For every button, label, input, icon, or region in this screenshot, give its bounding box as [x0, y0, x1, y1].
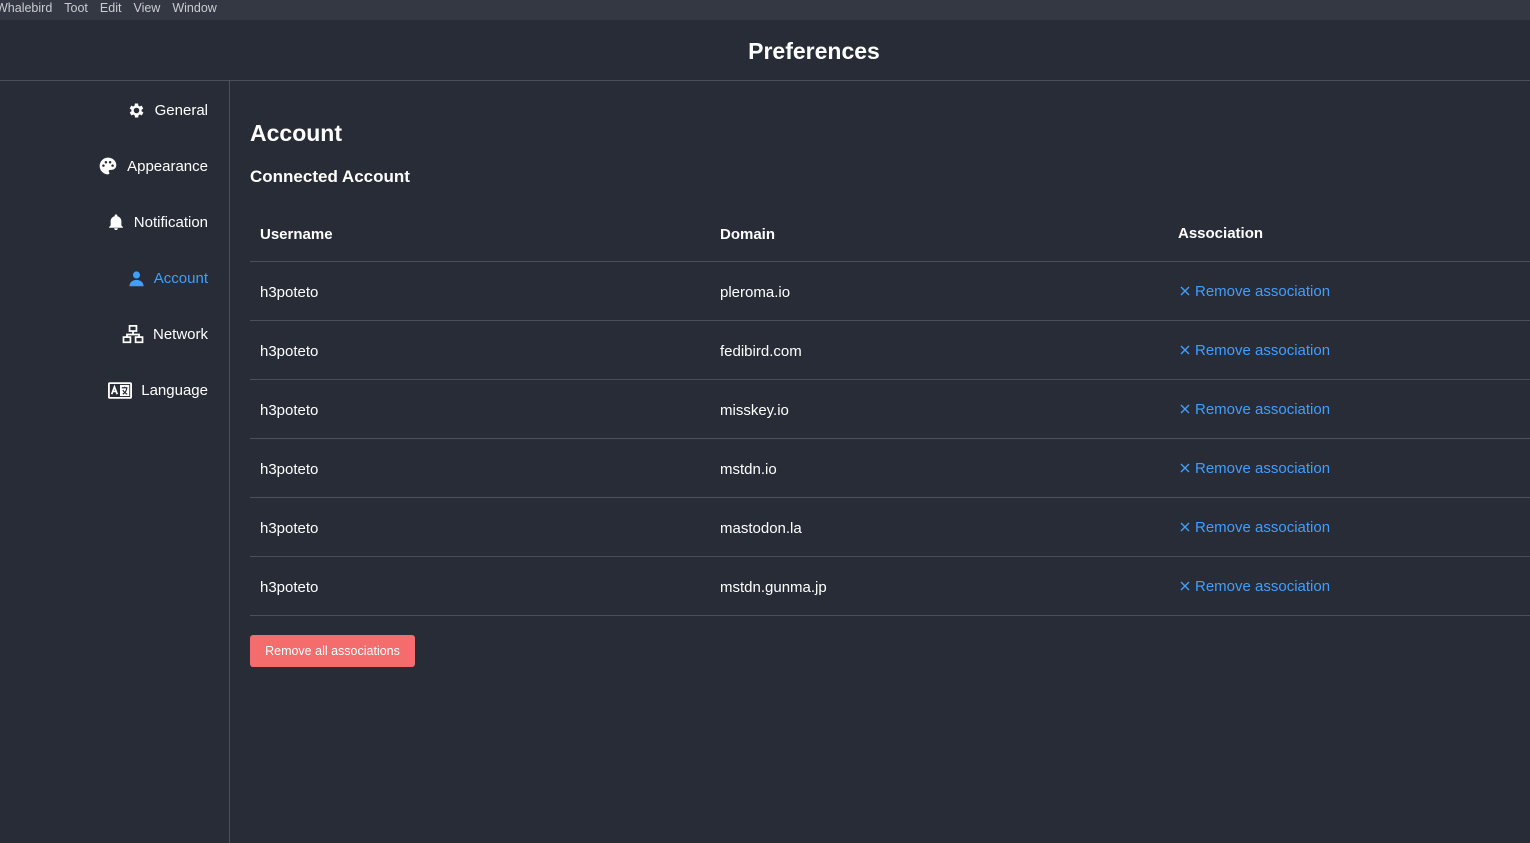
menu-toot[interactable]: Toot — [58, 0, 94, 16]
username-cell: h3poteto — [260, 342, 319, 360]
remove-association-label: Remove association — [1195, 282, 1331, 300]
association-cell: Remove association — [1178, 439, 1330, 497]
username-cell: h3poteto — [260, 578, 319, 596]
subsection-title: Connected Account — [250, 167, 410, 186]
username-cell: h3poteto — [260, 283, 319, 301]
domain-cell: pleroma.io — [720, 283, 791, 301]
remove-association-button[interactable]: Remove association — [1180, 401, 1330, 418]
menu-whalebird[interactable]: Whalebird — [0, 0, 58, 16]
sidebar-item-label: Notification — [133, 213, 208, 231]
remove-association-button[interactable]: Remove association — [1180, 460, 1330, 477]
table-row: h3poteto fedibird.com Remove association — [250, 321, 1530, 380]
table-row: h3poteto mstdn.io Remove association — [250, 439, 1530, 498]
table-row: h3poteto misskey.io Remove association — [250, 380, 1530, 439]
sidebar: General Appearance Notification Account … — [0, 81, 230, 843]
sidebar-item-language[interactable]: Language — [108, 379, 208, 401]
remove-association-label: Remove association — [1195, 577, 1331, 595]
table-header: Username Domain Association — [250, 205, 1530, 262]
association-cell: Remove association — [1178, 380, 1330, 438]
menu-edit[interactable]: Edit — [94, 0, 128, 16]
remove-association-label: Remove association — [1195, 341, 1331, 359]
language-icon — [108, 381, 133, 399]
column-header-association: Association — [1178, 225, 1264, 242]
menu-window[interactable]: Window — [166, 0, 222, 16]
remove-association-label: Remove association — [1195, 400, 1331, 418]
domain-cell: fedibird.com — [720, 342, 802, 360]
username-cell: h3poteto — [260, 519, 319, 537]
domain-cell: mastodon.la — [720, 519, 802, 537]
username-cell: h3poteto — [260, 460, 319, 478]
remove-all-associations-button[interactable]: Remove all associations — [250, 635, 415, 667]
remove-association-label: Remove association — [1195, 518, 1331, 536]
association-cell: Remove association — [1178, 557, 1330, 615]
sidebar-item-network[interactable]: Network — [122, 323, 208, 345]
table-row: h3poteto pleroma.io Remove association — [250, 262, 1530, 321]
page-title: Preferences — [748, 37, 880, 64]
bell-icon — [108, 213, 123, 230]
close-icon — [1180, 286, 1190, 296]
sidebar-item-notification[interactable]: Notification — [107, 211, 208, 233]
column-header-username: Username — [260, 225, 333, 243]
association-cell: Remove association — [1178, 321, 1330, 379]
remove-association-button[interactable]: Remove association — [1180, 283, 1330, 300]
palette-icon — [99, 157, 117, 175]
username-cell: h3poteto — [260, 401, 319, 419]
remove-association-button[interactable]: Remove association — [1180, 519, 1330, 536]
domain-cell: mstdn.io — [720, 460, 777, 478]
sidebar-item-label: Account — [153, 269, 208, 287]
domain-cell: misskey.io — [720, 401, 789, 419]
domain-cell: mstdn.gunma.jp — [720, 578, 827, 596]
sidebar-item-appearance[interactable]: Appearance — [98, 155, 208, 177]
table-row: h3poteto mstdn.gunma.jp Remove associati… — [250, 557, 1530, 616]
gear-icon — [129, 103, 144, 117]
sidebar-item-account[interactable]: Account — [128, 267, 208, 289]
remove-association-label: Remove association — [1195, 459, 1331, 477]
close-icon — [1180, 463, 1190, 473]
accounts-table: Username Domain Association h3poteto ple… — [250, 205, 1530, 616]
sidebar-item-general[interactable]: General — [127, 99, 208, 121]
menu-bar: Whalebird Toot Edit View Window — [0, 0, 1530, 20]
section-title: Account — [250, 120, 342, 146]
close-icon — [1180, 404, 1190, 414]
close-icon — [1180, 345, 1190, 355]
sidebar-item-label: Appearance — [127, 157, 208, 175]
sidebar-item-label: Language — [141, 381, 208, 399]
remove-association-button[interactable]: Remove association — [1180, 342, 1330, 359]
menu-view[interactable]: View — [127, 0, 166, 16]
close-icon — [1180, 581, 1190, 591]
column-header-domain: Domain — [720, 225, 776, 243]
preferences-header: Preferences — [0, 20, 1530, 81]
sidebar-item-label: Network — [152, 325, 208, 343]
network-icon — [122, 324, 144, 343]
sidebar-item-label: General — [154, 101, 208, 119]
close-icon — [1180, 522, 1190, 532]
table-row: h3poteto mastodon.la Remove association — [250, 498, 1530, 557]
remove-association-button[interactable]: Remove association — [1180, 578, 1330, 595]
association-cell: Remove association — [1178, 498, 1330, 556]
user-icon — [129, 270, 144, 286]
association-cell: Remove association — [1178, 262, 1330, 320]
